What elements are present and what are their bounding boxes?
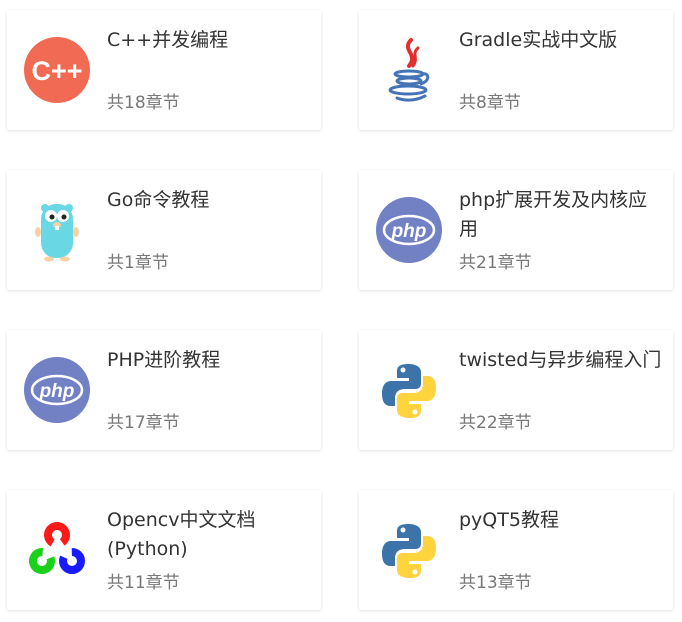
php-logo-icon: php xyxy=(375,196,443,264)
python-logo-icon xyxy=(375,516,443,584)
course-title[interactable]: Go命令教程 xyxy=(107,186,311,215)
chapter-count: 共13章节 xyxy=(459,573,532,593)
course-card[interactable]: php PHP进阶教程 共17章节 xyxy=(7,330,321,450)
course-grid: C++ C++并发编程 共18章节 Gradle实战中文版 共8章节 Go命令教… xyxy=(0,0,682,622)
course-card[interactable]: php php扩展开发及内核应用 共21章节 xyxy=(359,170,673,290)
python-logo-icon xyxy=(375,356,443,424)
chapter-count: 共21章节 xyxy=(459,253,532,273)
course-title[interactable]: C++并发编程 xyxy=(107,26,311,55)
chapter-count: 共11章节 xyxy=(107,573,180,593)
course-card[interactable]: Go命令教程 共1章节 xyxy=(7,170,321,290)
opencv-logo-icon xyxy=(23,516,91,584)
course-card[interactable]: pyQT5教程 共13章节 xyxy=(359,490,673,610)
php-logo-icon: php xyxy=(23,356,91,424)
course-title[interactable]: twisted与异步编程入门 xyxy=(459,346,663,375)
svg-text:C++: C++ xyxy=(31,56,82,86)
svg-text:php: php xyxy=(391,221,427,242)
chapter-count: 共18章节 xyxy=(107,93,180,113)
svg-text:php: php xyxy=(39,381,75,402)
chapter-count: 共22章节 xyxy=(459,413,532,433)
course-card[interactable]: Opencv中文文档 (Python) 共11章节 xyxy=(7,490,321,610)
course-title[interactable]: php扩展开发及内核应用 xyxy=(459,186,663,244)
course-card[interactable]: Gradle实战中文版 共8章节 xyxy=(359,10,673,130)
course-card[interactable]: C++ C++并发编程 共18章节 xyxy=(7,10,321,130)
course-title[interactable]: pyQT5教程 xyxy=(459,506,663,535)
course-card[interactable]: twisted与异步编程入门 共22章节 xyxy=(359,330,673,450)
chapter-count: 共17章节 xyxy=(107,413,180,433)
course-title[interactable]: Gradle实战中文版 xyxy=(459,26,663,55)
course-title[interactable]: Opencv中文文档 (Python) xyxy=(107,506,311,564)
cpp-logo-icon: C++ xyxy=(23,36,91,104)
java-logo-icon xyxy=(375,36,443,104)
go-gopher-icon xyxy=(23,196,91,264)
chapter-count: 共8章节 xyxy=(459,93,521,113)
chapter-count: 共1章节 xyxy=(107,253,169,273)
course-title[interactable]: PHP进阶教程 xyxy=(107,346,311,375)
